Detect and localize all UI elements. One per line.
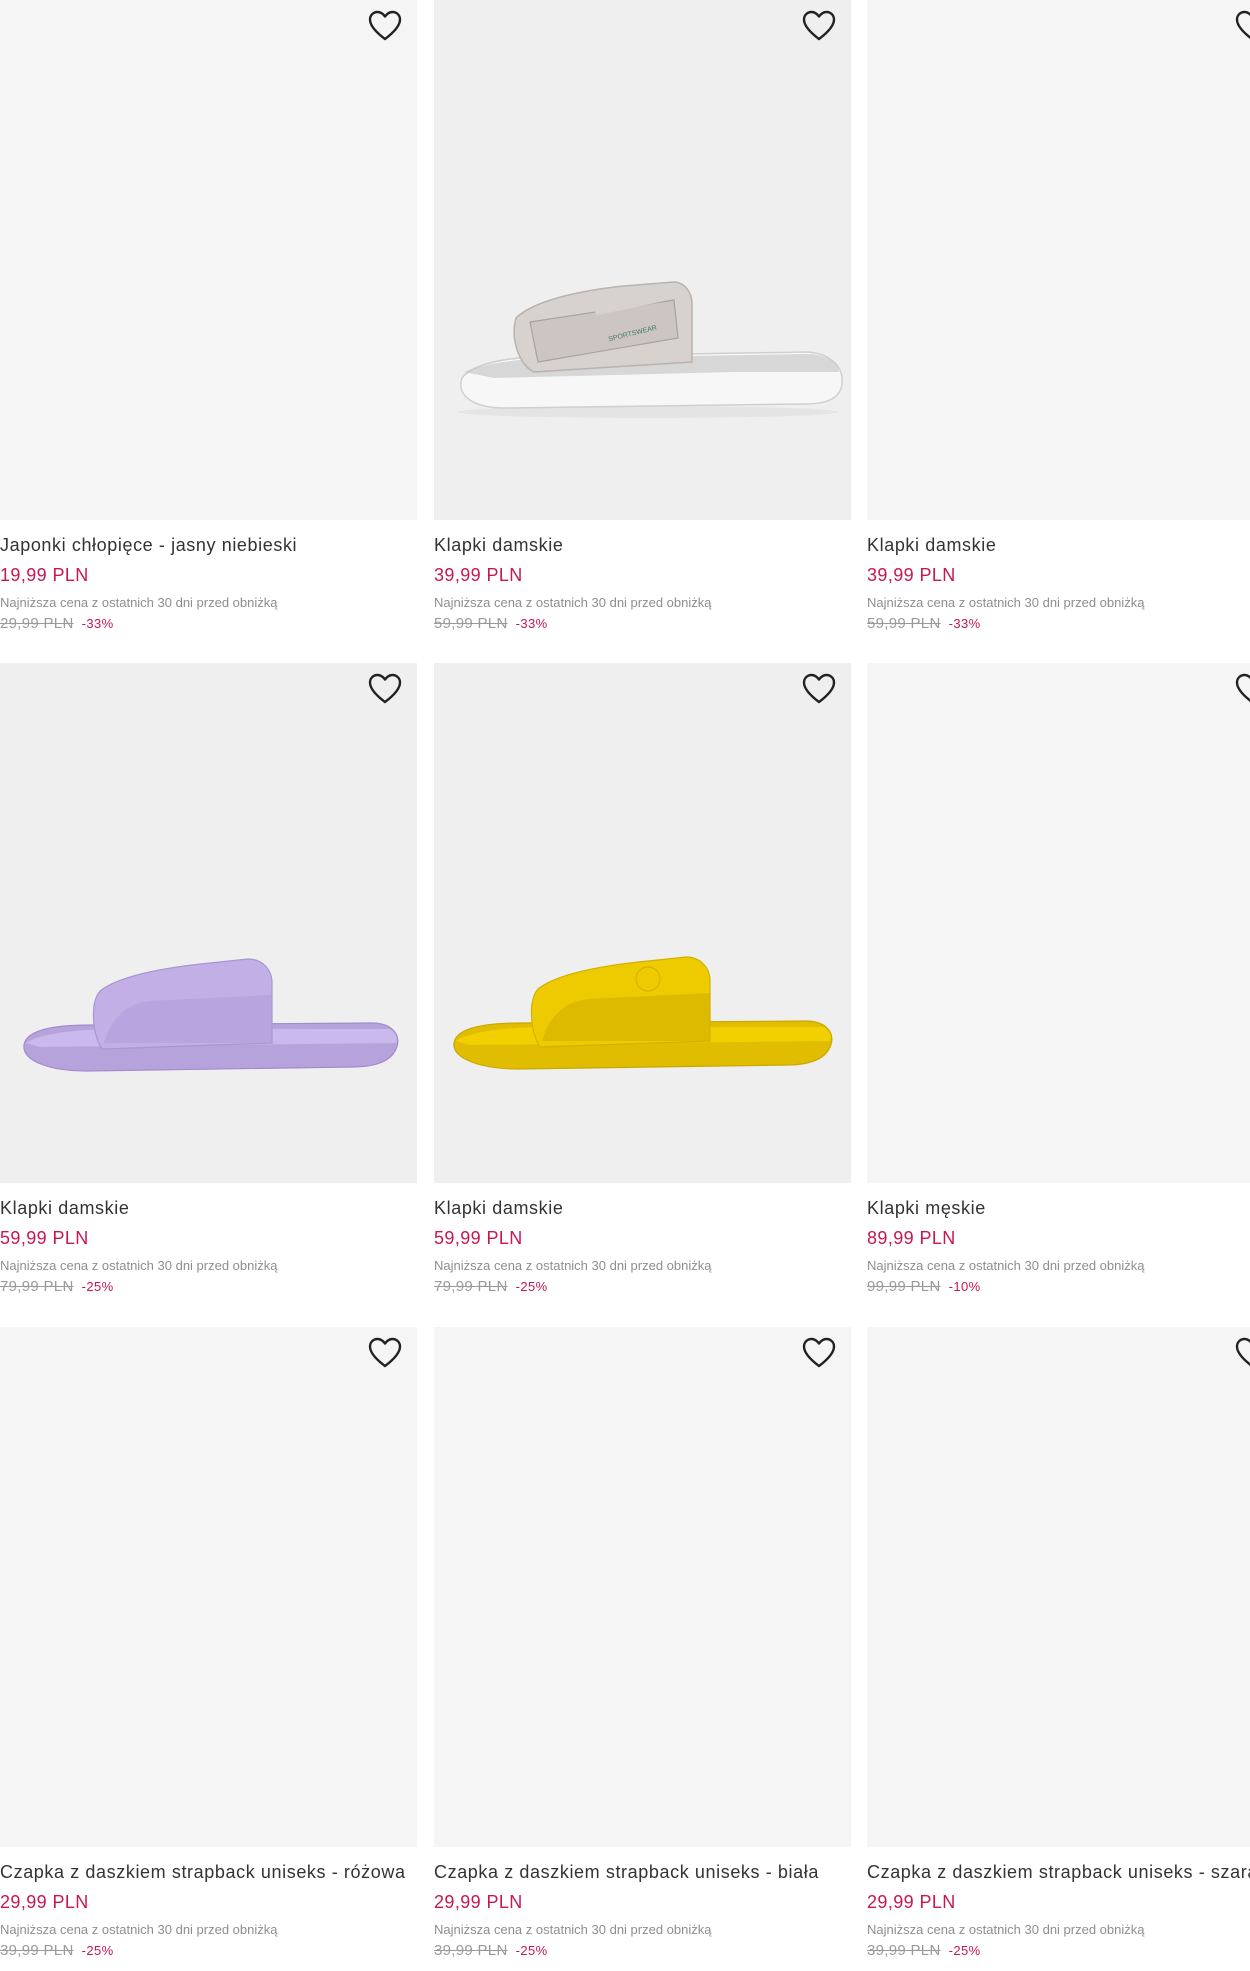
product-name[interactable]: Klapki damskie bbox=[0, 1197, 417, 1219]
product-name[interactable]: Klapki damskie bbox=[434, 534, 851, 556]
product-price: 59,99 PLN bbox=[0, 1228, 89, 1248]
heart-outline-icon[interactable] bbox=[367, 672, 403, 706]
product-price: 29,99 PLN bbox=[434, 1892, 523, 1912]
heart-outline-icon[interactable] bbox=[1234, 672, 1250, 706]
heart-outline-icon[interactable] bbox=[1234, 9, 1250, 43]
old-price: 79,99 PLN bbox=[0, 1278, 74, 1295]
product-name[interactable]: Czapka z daszkiem strapback uniseks - bi… bbox=[434, 1861, 851, 1883]
discount-badge: -33% bbox=[948, 616, 981, 631]
lowest-price-note: Najniższa cena z ostatnich 30 dni przed … bbox=[0, 1922, 278, 1937]
lowest-price-note: Najniższa cena z ostatnich 30 dni przed … bbox=[0, 595, 278, 610]
slide-sandal-white-image: SPORTSWEAR bbox=[458, 281, 843, 418]
old-price: 39,99 PLN bbox=[0, 1942, 74, 1959]
discount-badge: -25% bbox=[515, 1943, 548, 1958]
discount-badge: -25% bbox=[81, 1279, 114, 1294]
old-price: 79,99 PLN bbox=[434, 1278, 508, 1295]
product-card[interactable]: Klapki damskie 59,99 PLN Najniższa cena … bbox=[0, 663, 417, 1296]
discount-badge: -33% bbox=[515, 616, 548, 631]
lowest-price-note: Najniższa cena z ostatnich 30 dni przed … bbox=[434, 1258, 712, 1273]
product-card[interactable]: Czapka z daszkiem strapback uniseks - bi… bbox=[434, 1327, 851, 1960]
product-image[interactable] bbox=[0, 0, 417, 520]
lowest-price-note: Najniższa cena z ostatnich 30 dni przed … bbox=[867, 595, 1145, 610]
product-image[interactable] bbox=[0, 663, 417, 1183]
product-name[interactable]: Japonki chłopięce - jasny niebieski bbox=[0, 534, 417, 556]
product-price: 29,99 PLN bbox=[867, 1892, 956, 1912]
product-card[interactable]: Klapki damskie 39,99 PLN Najniższa cena … bbox=[867, 0, 1250, 633]
discount-badge: -10% bbox=[948, 1279, 981, 1294]
product-card[interactable]: SPORTSWEAR Klapki damskie 39,99 PLN Najn… bbox=[434, 0, 851, 633]
product-card[interactable]: Japonki chłopięce - jasny niebieski 19,9… bbox=[0, 0, 417, 633]
heart-outline-icon[interactable] bbox=[801, 9, 837, 43]
heart-outline-icon[interactable] bbox=[801, 1336, 837, 1370]
product-price: 89,99 PLN bbox=[867, 1228, 956, 1248]
product-name[interactable]: Czapka z daszkiem strapback uniseks - sz… bbox=[867, 1861, 1250, 1883]
product-image[interactable] bbox=[0, 1327, 417, 1847]
old-price: 39,99 PLN bbox=[867, 1942, 941, 1959]
discount-badge: -25% bbox=[515, 1279, 548, 1294]
discount-badge: -33% bbox=[81, 616, 114, 631]
product-image[interactable] bbox=[867, 1327, 1250, 1847]
product-grid: Japonki chłopięce - jasny niebieski 19,9… bbox=[0, 0, 1250, 1971]
product-image[interactable] bbox=[434, 1327, 851, 1847]
product-name[interactable]: Klapki damskie bbox=[434, 1197, 851, 1219]
slide-sandal-yellow-image bbox=[453, 956, 833, 1070]
old-price: 39,99 PLN bbox=[434, 1942, 508, 1959]
product-image[interactable] bbox=[434, 663, 851, 1183]
product-price: 39,99 PLN bbox=[867, 565, 956, 585]
product-image[interactable] bbox=[867, 0, 1250, 520]
product-card[interactable]: Klapki męskie 89,99 PLN Najniższa cena z… bbox=[867, 663, 1250, 1296]
heart-outline-icon[interactable] bbox=[801, 672, 837, 706]
old-price: 59,99 PLN bbox=[867, 615, 941, 632]
product-image[interactable] bbox=[867, 663, 1250, 1183]
product-card[interactable]: Czapka z daszkiem strapback uniseks - ró… bbox=[0, 1327, 417, 1960]
old-price: 59,99 PLN bbox=[434, 615, 508, 632]
lowest-price-note: Najniższa cena z ostatnich 30 dni przed … bbox=[434, 1922, 712, 1937]
product-price: 59,99 PLN bbox=[434, 1228, 523, 1248]
slide-sandal-lilac-image bbox=[23, 958, 399, 1072]
heart-outline-icon[interactable] bbox=[1234, 1336, 1250, 1370]
product-price: 39,99 PLN bbox=[434, 565, 523, 585]
product-name[interactable]: Klapki męskie bbox=[867, 1197, 1250, 1219]
heart-outline-icon[interactable] bbox=[367, 9, 403, 43]
product-price: 29,99 PLN bbox=[0, 1892, 89, 1912]
product-image[interactable]: SPORTSWEAR bbox=[434, 0, 851, 520]
product-card[interactable]: Klapki damskie 59,99 PLN Najniższa cena … bbox=[434, 663, 851, 1296]
old-price: 99,99 PLN bbox=[867, 1278, 941, 1295]
lowest-price-note: Najniższa cena z ostatnich 30 dni przed … bbox=[434, 595, 712, 610]
lowest-price-note: Najniższa cena z ostatnich 30 dni przed … bbox=[867, 1922, 1145, 1937]
product-card[interactable]: Czapka z daszkiem strapback uniseks - sz… bbox=[867, 1327, 1250, 1960]
product-name[interactable]: Czapka z daszkiem strapback uniseks - ró… bbox=[0, 1861, 417, 1883]
discount-badge: -25% bbox=[948, 1943, 981, 1958]
product-price: 19,99 PLN bbox=[0, 565, 89, 585]
product-name[interactable]: Klapki damskie bbox=[867, 534, 1250, 556]
lowest-price-note: Najniższa cena z ostatnich 30 dni przed … bbox=[0, 1258, 278, 1273]
discount-badge: -25% bbox=[81, 1943, 114, 1958]
old-price: 29,99 PLN bbox=[0, 615, 74, 632]
heart-outline-icon[interactable] bbox=[367, 1336, 403, 1370]
lowest-price-note: Najniższa cena z ostatnich 30 dni przed … bbox=[867, 1258, 1145, 1273]
